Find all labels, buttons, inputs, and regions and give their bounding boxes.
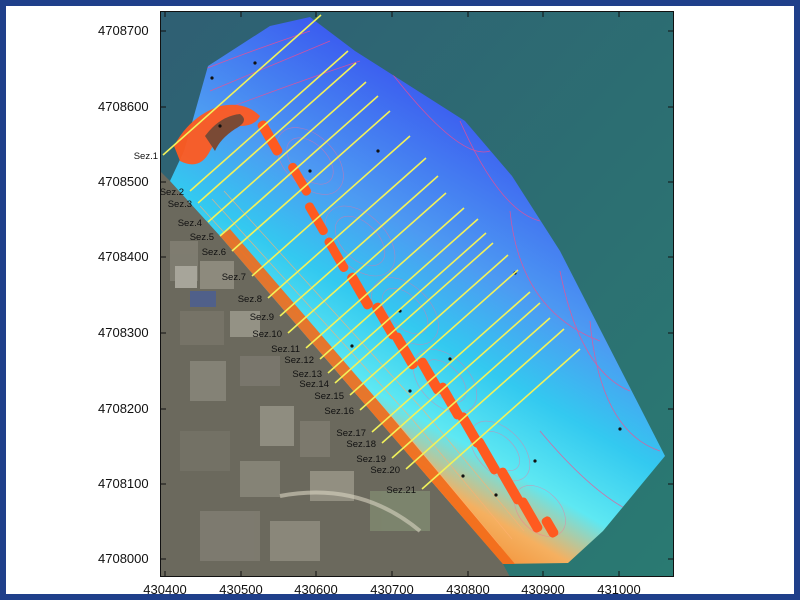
section-label: Sez.5 (190, 232, 214, 243)
x-tick-label: 430400 (143, 582, 187, 597)
section-label: Sez.2 (160, 187, 184, 198)
y-tick-label: 4708300 (98, 325, 149, 340)
section-label: Sez.12 (284, 355, 314, 366)
section-label: Sez.15 (314, 391, 344, 402)
section-label: Sez.16 (324, 406, 354, 417)
y-tick-label: 4708600 (98, 99, 149, 114)
x-tick-label: 430700 (370, 582, 414, 597)
section-label: Sez.19 (356, 454, 386, 465)
x-tick-label: 430900 (521, 582, 565, 597)
section-label: Sez.4 (178, 218, 202, 229)
section-label: Sez.11 (271, 344, 300, 355)
map-svg: Sez.1 Sez.2Sez.3 Sez.4 Sez.5 Sez.6 Sez.7 Sez.8… (134, 11, 674, 577)
section-label: Sez.21 (386, 485, 416, 496)
y-tick-label: 4708000 (98, 551, 149, 566)
section-label: Sez.17 (336, 428, 366, 439)
section-label: Sez.8 (238, 294, 262, 305)
section-label: Sez.20 (370, 465, 400, 476)
section-label: Sez.6 (202, 247, 226, 258)
section-label: Sez.18 (346, 439, 376, 450)
y-tick-label: 4708200 (98, 401, 149, 416)
section-label: Sez.14 (299, 379, 329, 390)
section-label: Sez.10 (252, 329, 282, 340)
x-tick-label: 430800 (446, 582, 490, 597)
figure-frame: 4708700 4708600 4708500 4708400 4708300 … (6, 6, 794, 597)
x-tick-label: 431000 (597, 582, 641, 597)
y-tick-label: 4708400 (98, 249, 149, 264)
y-tick-label: 4708100 (98, 476, 149, 491)
section-label: Sez.1 (134, 151, 158, 162)
section-label: Sez.7 (222, 272, 246, 283)
section-label: Sez.3 (168, 199, 192, 210)
y-tick-label: 4708700 (98, 23, 149, 38)
bathymetry-map: Sez.1 Sez.2 Sez.3 Sez.4 Sez.5 Sez.6 Sez.7 Sez.8… (134, 11, 674, 577)
section-label: Sez.9 (250, 312, 274, 323)
x-tick-label: 430600 (294, 582, 338, 597)
x-tick-label: 430500 (219, 582, 263, 597)
y-tick-label: 4708500 (98, 174, 149, 189)
